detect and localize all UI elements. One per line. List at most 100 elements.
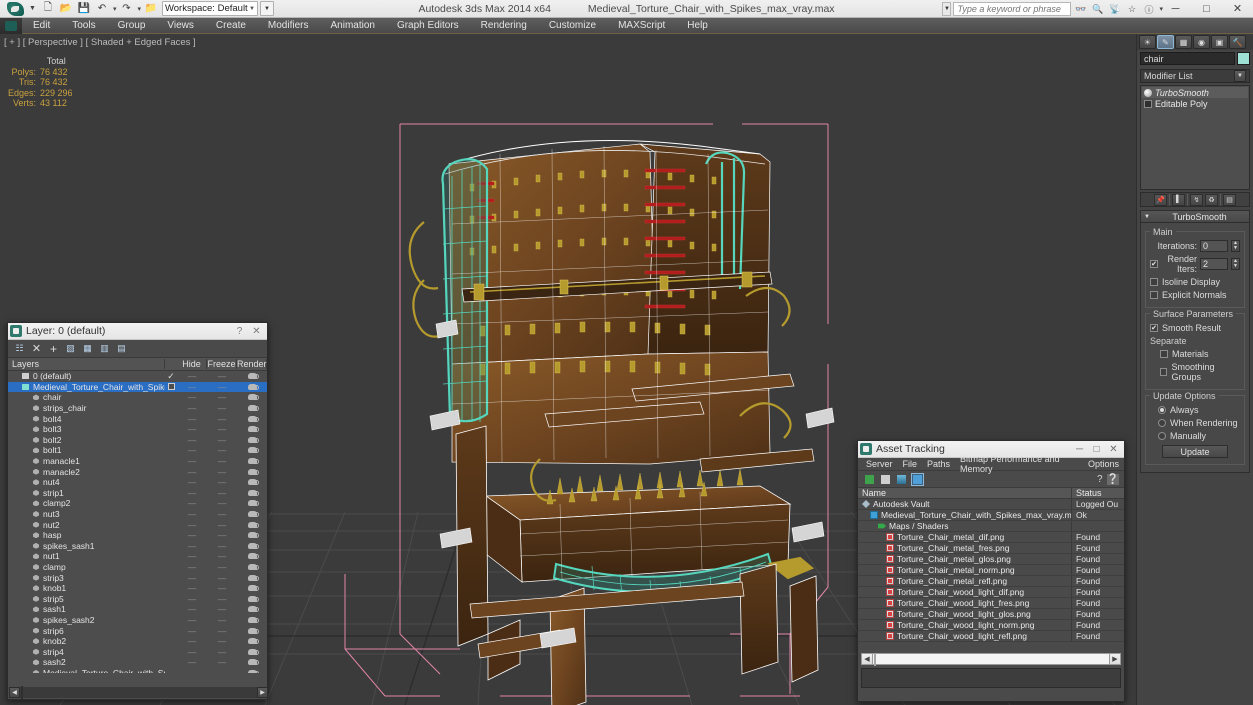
always-row[interactable]: Always xyxy=(1150,405,1240,415)
asset-menu-bitmap-performance[interactable]: Bitmap Performance and Memory xyxy=(955,454,1083,474)
layer-hide-cell[interactable]: — xyxy=(177,498,207,508)
layer-freeze-cell[interactable]: — xyxy=(207,382,237,392)
layer-row[interactable]: Medieval_Torture_Chair_with_Spikes —— xyxy=(8,668,267,673)
layer-render-cell[interactable] xyxy=(237,532,267,539)
layer-row[interactable]: clamp — — xyxy=(8,562,267,573)
asset-row[interactable]: Torture_Chair_wood_light_refl.png Found xyxy=(858,631,1124,642)
layer-freeze-cell[interactable]: — xyxy=(207,467,237,477)
menu-views[interactable]: Views xyxy=(156,18,205,34)
layer-hide-cell[interactable]: — xyxy=(177,657,207,667)
materials-row[interactable]: Materials xyxy=(1150,349,1240,359)
layer-render-cell[interactable] xyxy=(237,511,267,518)
layer-row[interactable]: spikes_sash1 — — xyxy=(8,541,267,552)
layer-freeze-cell[interactable]: — xyxy=(207,445,237,455)
menu-help[interactable]: Help xyxy=(676,18,719,34)
layer-hide-cell[interactable]: — xyxy=(177,573,207,583)
layer-freeze-cell[interactable]: — xyxy=(207,424,237,434)
layer-hide-cell[interactable]: — xyxy=(177,403,207,413)
layer-freeze-cell[interactable]: — xyxy=(207,498,237,508)
layer-list[interactable]: 0 (default) ✓ — — Medieval_Torture_Chair_wit… xyxy=(8,371,267,673)
viewport-label[interactable]: [ + ] [ Perspective ] [ Shaded + Edged F… xyxy=(4,37,196,48)
layer-render-cell[interactable] xyxy=(237,521,267,528)
layer-row[interactable]: nut1 — — xyxy=(8,551,267,562)
menu-create[interactable]: Create xyxy=(205,18,257,34)
layer-render-cell[interactable] xyxy=(237,542,267,549)
search-input[interactable] xyxy=(953,2,1072,16)
layer-render-cell[interactable] xyxy=(237,415,267,422)
asset-menu-options[interactable]: Options xyxy=(1083,459,1124,469)
motion-tab[interactable]: ◉ xyxy=(1193,35,1210,49)
layer-freeze-cell[interactable]: — xyxy=(207,604,237,614)
menu-customize[interactable]: Customize xyxy=(538,18,607,34)
asset-maximize-button[interactable]: □ xyxy=(1088,442,1105,457)
turbosmooth-rollout-header[interactable]: ▼ TurboSmooth xyxy=(1140,210,1250,223)
stack-item-turbosmooth[interactable]: TurboSmooth xyxy=(1142,87,1248,98)
menu-animation[interactable]: Animation xyxy=(319,18,385,34)
menu-rendering[interactable]: Rendering xyxy=(470,18,538,34)
modifier-list-dropdown[interactable]: Modifier List ▼ xyxy=(1140,69,1250,83)
layer-hide-cell[interactable]: — xyxy=(177,551,207,561)
layer-freeze-cell[interactable]: — xyxy=(207,583,237,593)
layer-row[interactable]: sash1 — — xyxy=(8,604,267,615)
layer-row[interactable]: manacle1 — — xyxy=(8,456,267,467)
layer-hide-cell[interactable]: — xyxy=(177,562,207,572)
asset-row[interactable]: Torture_Chair_metal_norm.png Found xyxy=(858,565,1124,576)
layer-render-cell[interactable] xyxy=(237,648,267,655)
menu-modifiers[interactable]: Modifiers xyxy=(257,18,320,34)
display-tab[interactable]: ▣ xyxy=(1211,35,1228,49)
layer-hide-cell[interactable]: — xyxy=(177,445,207,455)
layer-row[interactable]: knob1 — — xyxy=(8,583,267,594)
help-icon[interactable]: ⓘ xyxy=(1141,2,1156,16)
layer-render-cell[interactable] xyxy=(237,468,267,475)
select-objects-icon[interactable]: ▧ xyxy=(64,342,77,355)
lightbulb-icon[interactable] xyxy=(1144,88,1152,97)
layer-freeze-cell[interactable]: — xyxy=(207,594,237,604)
grid-view-icon[interactable] xyxy=(911,472,924,486)
asset-row[interactable]: Medieval_Torture_Chair_with_Spikes_max_v… xyxy=(858,510,1124,521)
layer-hide-cell[interactable]: — xyxy=(177,435,207,445)
smoothing-groups-checkbox[interactable] xyxy=(1160,368,1168,376)
layer-freeze-cell[interactable]: — xyxy=(207,456,237,466)
layer-render-cell[interactable] xyxy=(237,447,267,454)
smooth-result-row[interactable]: Smooth Result xyxy=(1150,323,1240,333)
layer-hide-cell[interactable]: — xyxy=(177,626,207,636)
layer-render-cell[interactable] xyxy=(237,574,267,581)
layer-row[interactable]: knob2 — — xyxy=(8,636,267,647)
layer-row[interactable]: spikes_sash2 — — xyxy=(8,615,267,626)
layer-hide-cell[interactable]: — xyxy=(177,530,207,540)
layer-dialog-close-button[interactable]: ✕ xyxy=(248,324,265,339)
layer-freeze-cell[interactable]: — xyxy=(207,562,237,572)
layer-row[interactable]: 0 (default) ✓ — — xyxy=(8,371,267,382)
layer-freeze-cell[interactable]: — xyxy=(207,636,237,646)
scroll-track[interactable] xyxy=(20,686,257,699)
smoothing-groups-row[interactable]: Smoothing Groups xyxy=(1150,362,1240,382)
layer-render-cell[interactable] xyxy=(237,563,267,570)
create-tab[interactable]: ☀ xyxy=(1139,35,1156,49)
layer-freeze-cell[interactable]: — xyxy=(207,435,237,445)
hide-layer-icon[interactable]: ▥ xyxy=(98,342,111,355)
layer-row[interactable]: bolt2 — — xyxy=(8,435,267,446)
layer-row[interactable]: bolt3 — — xyxy=(8,424,267,435)
layer-row[interactable]: nut2 — — xyxy=(8,519,267,530)
highlight-selected-icon[interactable]: ▦ xyxy=(81,342,94,355)
layer-dialog-help-button[interactable]: ? xyxy=(231,324,248,339)
layer-row[interactable]: strip1 — — xyxy=(8,488,267,499)
layer-freeze-cell[interactable]: — xyxy=(207,615,237,625)
layer-hide-cell[interactable]: — xyxy=(177,520,207,530)
layer-render-cell[interactable] xyxy=(237,659,267,666)
scroll-thumb[interactable] xyxy=(874,653,876,666)
layer-hide-cell[interactable]: — xyxy=(177,488,207,498)
smooth-result-checkbox[interactable] xyxy=(1150,324,1158,332)
binoculars-icon[interactable]: 👓 xyxy=(1073,2,1088,16)
menu-edit[interactable]: Edit xyxy=(22,18,61,34)
layer-freeze-cell[interactable]: — xyxy=(207,477,237,487)
layer-hide-cell[interactable]: — xyxy=(177,456,207,466)
when-rendering-row[interactable]: When Rendering xyxy=(1150,418,1240,428)
scroll-track[interactable] xyxy=(873,653,1109,666)
layer-freeze-cell[interactable]: — xyxy=(207,573,237,583)
layer-render-cell[interactable] xyxy=(237,595,267,602)
refresh-icon[interactable] xyxy=(863,473,876,486)
layer-freeze-cell[interactable]: — xyxy=(207,541,237,551)
object-name-field[interactable]: chair xyxy=(1140,52,1235,65)
layer-row[interactable]: strip6 — — xyxy=(8,625,267,636)
